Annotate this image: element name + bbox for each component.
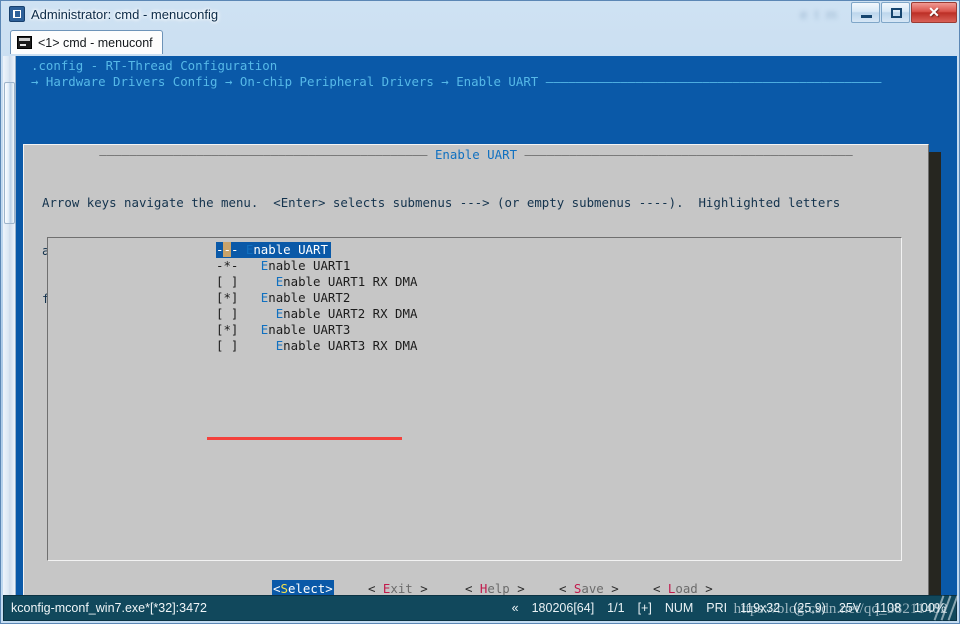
menu-list-box: --- Enable UART -*- Enable UART1[ ] Enabl… bbox=[47, 237, 902, 561]
menu-item-flag: [ ] bbox=[216, 338, 246, 353]
menu-list: --- Enable UART -*- Enable UART1[ ] Enabl… bbox=[216, 242, 417, 354]
cmd-icon bbox=[17, 36, 32, 49]
config-header-line: .config - RT-Thread Configuration bbox=[31, 58, 278, 73]
dialog-rule-right: ————————————————————————————————————————… bbox=[517, 147, 853, 162]
minimize-button[interactable] bbox=[851, 2, 880, 23]
menu-item-label: nable UART2 RX DMA bbox=[283, 306, 418, 321]
status-cursor: (25,9) bbox=[793, 601, 826, 615]
status-pri: PRI bbox=[706, 601, 728, 615]
dialog-button-exit[interactable]: < Exit > bbox=[368, 580, 428, 595]
minimize-icon bbox=[861, 15, 872, 18]
console-client: .config - RT-Thread Configuration → Hard… bbox=[3, 56, 957, 595]
menu-item-indent bbox=[246, 258, 261, 273]
dialog-button-save[interactable]: < Save > bbox=[559, 580, 619, 595]
menu-item-flag: [ ] bbox=[216, 306, 246, 321]
screenshot-root: Administrator: cmd - menuconfig e t m ✕ … bbox=[0, 0, 960, 624]
scrollbar-thumb[interactable] bbox=[4, 82, 15, 224]
status-scroll: 25V bbox=[838, 601, 862, 615]
tab-label: <1> cmd - menuconf bbox=[38, 35, 153, 50]
menu-item-5[interactable]: [*] Enable UART3 bbox=[216, 322, 417, 338]
dialog-button-select[interactable]: <Select> bbox=[272, 580, 334, 595]
menu-item-4[interactable]: [ ] Enable UART2 RX DMA bbox=[216, 306, 417, 322]
menu-item-label: nable UART1 RX DMA bbox=[283, 274, 418, 289]
red-annotation-underline bbox=[207, 437, 402, 440]
menu-item-flag-hotkey: - bbox=[223, 242, 231, 257]
maximize-icon bbox=[891, 8, 902, 18]
button-bracket-close: > bbox=[603, 581, 619, 595]
help-line-1: Arrow keys navigate the menu. <Enter> se… bbox=[42, 195, 841, 210]
menu-item-label: nable UART bbox=[253, 242, 328, 257]
button-label: oad bbox=[675, 581, 698, 595]
button-bracket-close: > bbox=[697, 581, 713, 595]
menu-item-flag: -*- bbox=[216, 258, 246, 273]
menu-item-2[interactable]: [ ] Enable UART1 RX DMA bbox=[216, 274, 417, 290]
breadcrumb-path: → Hardware Drivers Config → On-chip Peri… bbox=[31, 74, 539, 89]
dialog-title: Enable UART bbox=[434, 147, 518, 162]
button-label: elp bbox=[487, 581, 510, 595]
dialog-button-help[interactable]: < Help > bbox=[465, 580, 525, 595]
button-bracket-open: < bbox=[559, 581, 574, 595]
button-label: ave bbox=[581, 581, 604, 595]
title-bar[interactable]: Administrator: cmd - menuconfig e t m ✕ bbox=[1, 1, 959, 28]
status-pages: 1/1 bbox=[607, 601, 625, 615]
button-bracket-close: > bbox=[509, 581, 525, 595]
status-mem: 1108 bbox=[874, 601, 902, 615]
menu-item-label: nable UART2 bbox=[268, 290, 351, 305]
button-bracket-open: < bbox=[653, 581, 668, 595]
window-controls: ✕ bbox=[850, 2, 957, 24]
status-metrics: « 180206[64] 1/1 [+] NUM PRI 119x32 (25,9) 25V 11… bbox=[499, 601, 946, 615]
menu-item-flag: - bbox=[230, 242, 246, 257]
console-window: Administrator: cmd - menuconfig e t m ✕ … bbox=[0, 0, 960, 624]
dialog-rule-left: ————————————————————————————————————————… bbox=[99, 147, 435, 162]
menuconfig-dialog: ————————————————————————————————————————… bbox=[23, 144, 929, 595]
button-bracket-open: < bbox=[368, 581, 383, 595]
dialog-button-load[interactable]: < Load > bbox=[653, 580, 713, 595]
menu-item-indent bbox=[246, 274, 276, 289]
tab-strip: <1> cmd - menuconf 1 bbox=[1, 28, 959, 78]
menu-item-label: nable UART3 RX DMA bbox=[283, 338, 418, 353]
menu-item-3[interactable]: [*] Enable UART2 bbox=[216, 290, 417, 306]
maximize-button[interactable] bbox=[881, 2, 910, 23]
dialog-button-bar: <Select> < Exit > < Help > < Save > < Load > bbox=[24, 580, 928, 595]
close-icon: ✕ bbox=[928, 4, 940, 20]
breadcrumb-rule: ————————————————————————————————————————… bbox=[538, 74, 882, 89]
status-plus: [+] bbox=[637, 601, 652, 615]
status-process: kconfig-mconf_win7.exe*[*32]:3472 bbox=[11, 601, 207, 615]
menu-item-indent bbox=[246, 322, 261, 337]
menu-item-flag: [*] bbox=[216, 322, 246, 337]
console-icon bbox=[9, 6, 25, 22]
menu-item-label: nable UART3 bbox=[268, 322, 351, 337]
window-title: Administrator: cmd - menuconfig bbox=[31, 7, 219, 22]
button-label: xit bbox=[390, 581, 413, 595]
console-scrollbar[interactable] bbox=[3, 56, 16, 595]
menu-item-indent bbox=[246, 290, 261, 305]
status-size: 119x32 bbox=[740, 601, 781, 615]
status-build: 180206[64] bbox=[531, 601, 595, 615]
button-hotkey: S bbox=[280, 581, 288, 595]
button-bracket-close: > bbox=[412, 581, 428, 595]
breadcrumb: → Hardware Drivers Config → On-chip Peri… bbox=[31, 74, 881, 90]
status-marker: « bbox=[511, 601, 519, 615]
status-num: NUM bbox=[664, 601, 694, 615]
close-button[interactable]: ✕ bbox=[911, 2, 957, 23]
status-bar: kconfig-mconf_win7.exe*[*32]:3472 « 18020… bbox=[3, 595, 959, 621]
menu-item-indent bbox=[246, 338, 276, 353]
button-bracket-close: > bbox=[325, 581, 333, 595]
menu-item-6[interactable]: [ ] Enable UART3 RX DMA bbox=[216, 338, 417, 354]
title-ghost-text: e t m bbox=[800, 7, 839, 22]
dialog-title-bar: ————————————————————————————————————————… bbox=[24, 147, 928, 163]
tab-cmd-menuconf[interactable]: <1> cmd - menuconf bbox=[10, 30, 163, 54]
menu-item-flag: [ ] bbox=[216, 274, 246, 289]
status-zoom: 100% bbox=[914, 601, 946, 615]
menu-item-0[interactable]: --- Enable UART bbox=[216, 242, 331, 258]
menu-item-indent bbox=[246, 306, 276, 321]
button-label: elect bbox=[287, 581, 326, 595]
menu-item-label: nable UART1 bbox=[268, 258, 351, 273]
menu-item-1[interactable]: -*- Enable UART1 bbox=[216, 258, 417, 274]
button-bracket-open: < bbox=[465, 581, 480, 595]
menu-item-flag: [*] bbox=[216, 290, 246, 305]
